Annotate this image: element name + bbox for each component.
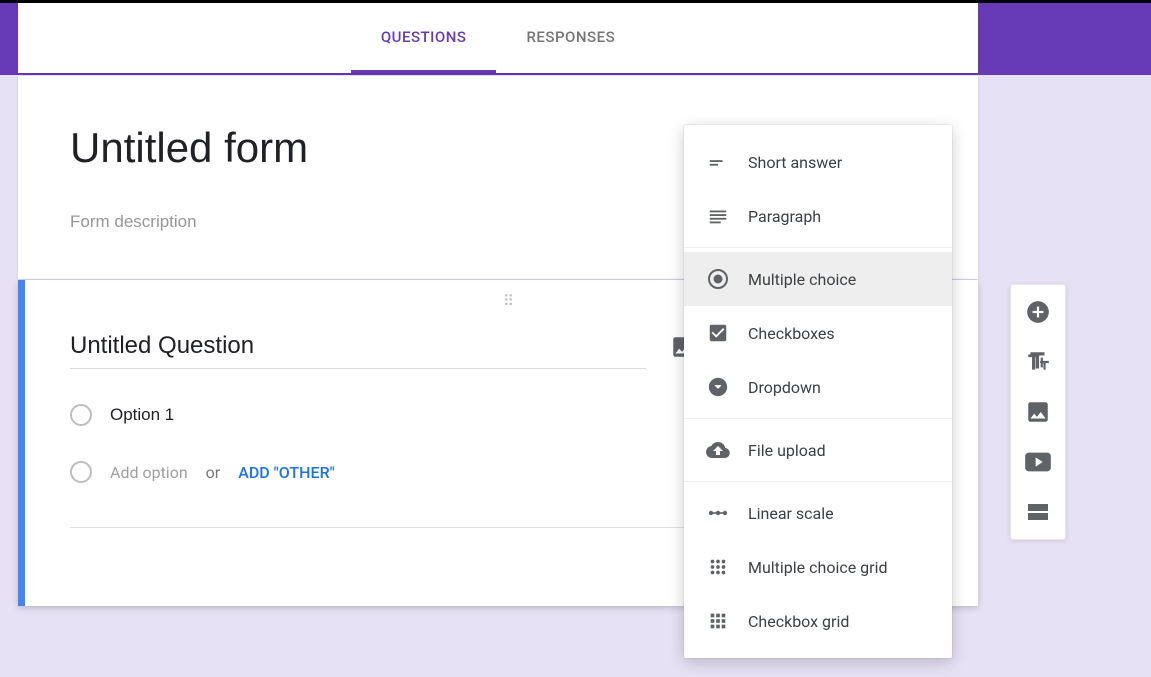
type-linear-scale-label: Linear scale bbox=[748, 504, 834, 523]
short-answer-icon bbox=[706, 150, 730, 174]
type-mc-grid-label: Multiple choice grid bbox=[748, 558, 887, 577]
checkbox-icon bbox=[706, 321, 730, 345]
question-text-input[interactable] bbox=[70, 324, 646, 369]
type-mc-grid[interactable]: Multiple choice grid bbox=[684, 540, 952, 594]
type-paragraph-label: Paragraph bbox=[748, 207, 821, 226]
radio-icon bbox=[70, 404, 92, 426]
section-icon bbox=[1026, 502, 1050, 522]
add-circle-icon bbox=[1025, 299, 1051, 325]
type-short-answer-label: Short answer bbox=[748, 153, 842, 172]
type-paragraph[interactable]: Paragraph bbox=[684, 189, 952, 243]
text-tt-icon bbox=[1025, 349, 1051, 375]
dropdown-separator bbox=[684, 481, 952, 482]
image-icon bbox=[1025, 399, 1051, 425]
tab-responses[interactable]: RESPONSES bbox=[496, 3, 645, 73]
paragraph-icon bbox=[706, 204, 730, 228]
cloud-upload-icon bbox=[706, 438, 730, 462]
option-1-input[interactable] bbox=[110, 399, 331, 431]
type-linear-scale[interactable]: Linear scale bbox=[684, 486, 952, 540]
type-file-upload-label: File upload bbox=[748, 441, 826, 460]
dot-grid-icon bbox=[706, 555, 730, 579]
type-cb-grid[interactable]: Checkbox grid bbox=[684, 594, 952, 648]
add-option-text[interactable]: Add option bbox=[110, 463, 188, 482]
dropdown-separator bbox=[684, 247, 952, 248]
type-checkboxes[interactable]: Checkboxes bbox=[684, 306, 952, 360]
dropdown-separator bbox=[684, 418, 952, 419]
radio-checked-icon bbox=[706, 267, 730, 291]
square-grid-icon bbox=[706, 609, 730, 633]
linear-scale-icon bbox=[706, 501, 730, 525]
tabs-card: QUESTIONS RESPONSES bbox=[18, 3, 978, 73]
question-type-dropdown: Short answer Paragraph Multiple choice C… bbox=[684, 125, 952, 658]
add-image-button[interactable] bbox=[1023, 397, 1053, 427]
add-other-button[interactable]: ADD "OTHER" bbox=[238, 463, 335, 482]
video-icon bbox=[1024, 451, 1052, 473]
side-toolbar bbox=[1010, 284, 1066, 540]
type-dropdown[interactable]: Dropdown bbox=[684, 360, 952, 414]
tab-questions[interactable]: QUESTIONS bbox=[351, 3, 497, 73]
type-checkboxes-label: Checkboxes bbox=[748, 324, 835, 343]
type-multiple-choice-label: Multiple choice bbox=[748, 270, 856, 289]
type-cb-grid-label: Checkbox grid bbox=[748, 612, 849, 631]
tabs-row: QUESTIONS RESPONSES bbox=[351, 3, 645, 73]
add-question-button[interactable] bbox=[1023, 297, 1053, 327]
add-title-button[interactable] bbox=[1023, 347, 1053, 377]
type-dropdown-label: Dropdown bbox=[748, 378, 821, 397]
type-short-answer[interactable]: Short answer bbox=[684, 135, 952, 189]
type-file-upload[interactable]: File upload bbox=[684, 423, 952, 477]
radio-icon bbox=[70, 461, 92, 483]
add-section-button[interactable] bbox=[1023, 497, 1053, 527]
add-video-button[interactable] bbox=[1023, 447, 1053, 477]
dropdown-circle-icon bbox=[706, 375, 730, 399]
or-text: or bbox=[206, 463, 221, 482]
type-multiple-choice[interactable]: Multiple choice bbox=[684, 252, 952, 306]
